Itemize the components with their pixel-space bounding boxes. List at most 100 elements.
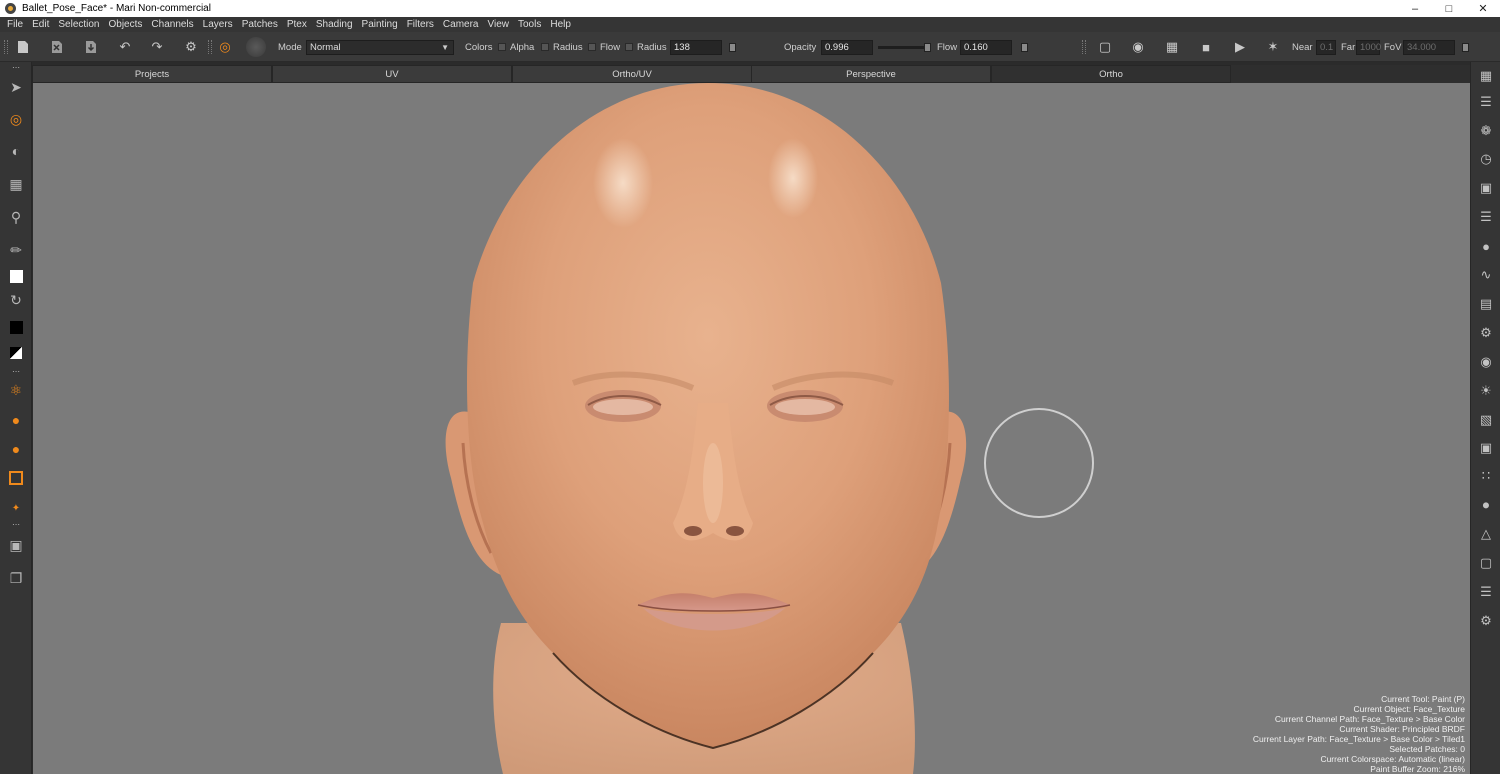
toolbar-grip-icon-3[interactable]: ⋯ bbox=[6, 520, 26, 529]
cameras-icon[interactable]: ⚫ bbox=[1476, 496, 1496, 516]
painting-panel-icon[interactable]: ▣ bbox=[1476, 438, 1496, 458]
lights-bulb-icon[interactable]: ● bbox=[1476, 236, 1496, 256]
tab-perspective[interactable]: Perspective bbox=[751, 65, 991, 83]
cube-view-icon[interactable]: ▢ bbox=[1096, 39, 1114, 55]
menu-file[interactable]: File bbox=[7, 19, 23, 30]
shaders-icon[interactable]: ◉ bbox=[1476, 352, 1496, 372]
snapshot-icon[interactable]: ⚙ bbox=[182, 39, 200, 55]
new-file-icon[interactable] bbox=[14, 39, 32, 55]
layers-menu-icon[interactable]: ☰ bbox=[1476, 92, 1496, 112]
camera-eye-icon[interactable]: ◉ bbox=[1129, 39, 1147, 55]
list-panel-icon[interactable]: ☰ bbox=[1476, 207, 1496, 227]
bake-sphere-icon[interactable]: ● bbox=[6, 439, 26, 459]
maximize-button[interactable]: □ bbox=[1432, 0, 1466, 17]
minimize-button[interactable]: – bbox=[1398, 0, 1432, 17]
swap-colors-icon[interactable]: ↻ bbox=[6, 290, 26, 310]
viewport-canvas[interactable]: Current Tool: Paint (P) Current Object: … bbox=[33, 83, 1470, 774]
paint-brush-icon[interactable]: ◎ bbox=[216, 39, 234, 55]
tool-properties-icon[interactable]: ∷ bbox=[1476, 466, 1496, 486]
toolbar-grip-3[interactable] bbox=[1082, 40, 1086, 54]
menu-camera[interactable]: Camera bbox=[443, 19, 479, 30]
radius-checkbox[interactable] bbox=[541, 43, 549, 51]
toolbar-grip-2[interactable] bbox=[208, 40, 212, 54]
patch-select-icon[interactable] bbox=[6, 468, 26, 488]
menu-ptex[interactable]: Ptex bbox=[287, 19, 307, 30]
history-icon[interactable]: ◷ bbox=[1476, 149, 1496, 169]
undo-icon[interactable]: ↶ bbox=[116, 39, 134, 55]
tab-projects[interactable]: Projects bbox=[32, 65, 272, 83]
snapshots-icon[interactable]: ▧ bbox=[1476, 410, 1496, 430]
stack-icon[interactable]: ☰ bbox=[1476, 582, 1496, 602]
menu-filters[interactable]: Filters bbox=[407, 19, 434, 30]
mari-app-icon bbox=[5, 3, 16, 14]
tab-uv[interactable]: UV bbox=[272, 65, 512, 83]
channels-icon[interactable]: ▤ bbox=[1476, 294, 1496, 314]
menu-shading[interactable]: Shading bbox=[316, 19, 353, 30]
menu-edit[interactable]: Edit bbox=[32, 19, 49, 30]
panel-layout-icon[interactable]: ▦ bbox=[1476, 66, 1496, 86]
menu-objects[interactable]: Objects bbox=[109, 19, 143, 30]
menu-patches[interactable]: Patches bbox=[242, 19, 278, 30]
menu-selection[interactable]: Selection bbox=[58, 19, 99, 30]
radius-slider-handle[interactable] bbox=[729, 42, 736, 52]
paint-through-icon[interactable]: ⚛ bbox=[6, 380, 26, 400]
menu-tools[interactable]: Tools bbox=[518, 19, 541, 30]
redo-icon[interactable]: ↷ bbox=[148, 39, 166, 55]
toolbar-grip-icon[interactable]: ⋯ bbox=[6, 63, 26, 72]
node-graph-icon[interactable]: ∿ bbox=[1476, 265, 1496, 285]
frame-object-icon[interactable]: ❐ bbox=[6, 568, 26, 588]
flow-input[interactable]: 0.160 bbox=[960, 39, 1012, 55]
menu-layers[interactable]: Layers bbox=[203, 19, 233, 30]
isolate-patch-icon[interactable]: ▣ bbox=[6, 535, 26, 555]
fov-slider-handle[interactable] bbox=[1462, 42, 1469, 52]
menu-help[interactable]: Help bbox=[550, 19, 571, 30]
zoom-magnifier-icon[interactable]: ⚲ bbox=[6, 207, 26, 227]
wireframe-toggle-icon[interactable]: ✶ bbox=[1264, 39, 1282, 55]
paint-tool-icon[interactable]: ◎ bbox=[6, 109, 26, 129]
save-icon[interactable] bbox=[82, 39, 100, 55]
layer-settings-icon[interactable]: ⚙ bbox=[1476, 323, 1496, 343]
alpha-checkbox[interactable] bbox=[498, 43, 506, 51]
toolbar-grip[interactable] bbox=[4, 40, 8, 54]
mode-dropdown[interactable]: Normal ▼ bbox=[306, 39, 454, 55]
menu-channels[interactable]: Channels bbox=[151, 19, 193, 30]
close-button[interactable]: ✕ bbox=[1466, 0, 1500, 17]
transform-tool-icon[interactable]: ◐ bbox=[6, 141, 26, 161]
opacity-input[interactable]: 0.996 bbox=[821, 39, 873, 55]
viewer-icon[interactable]: ▢ bbox=[1476, 553, 1496, 573]
tab-ortho[interactable]: Ortho bbox=[991, 65, 1231, 83]
background-color-swatch[interactable] bbox=[6, 317, 26, 337]
shelf-icon[interactable]: ⚙ bbox=[1476, 611, 1496, 631]
projectors-icon[interactable]: △ bbox=[1476, 524, 1496, 544]
texture-grid-icon[interactable]: ▦ bbox=[1163, 39, 1181, 55]
colors-palette-icon[interactable]: ☀ bbox=[1476, 381, 1496, 401]
select-arrow-icon[interactable]: ➤ bbox=[6, 77, 26, 97]
reset-colors-icon[interactable] bbox=[6, 343, 26, 363]
near-input[interactable]: 0.1 bbox=[1316, 39, 1336, 55]
eyedropper-icon[interactable]: ✏ bbox=[6, 240, 26, 260]
project-paint-icon[interactable]: ● bbox=[6, 410, 26, 430]
radius-input[interactable]: 138 bbox=[670, 39, 722, 55]
shading-solid-icon[interactable]: ■ bbox=[1197, 39, 1215, 55]
opacity-slider[interactable] bbox=[878, 45, 928, 49]
radius-pressure-checkbox[interactable] bbox=[625, 43, 633, 51]
left-toolbar: ⋯ ➤ ◎ ◐ ▦ ⚲ ✏ ↻ ⋯ ⚛ ● ● ✦ ⋯ ▣ ❐ bbox=[0, 62, 32, 774]
brush-preview-icon[interactable] bbox=[246, 37, 266, 57]
grid-tool-icon[interactable]: ▦ bbox=[6, 174, 26, 194]
menu-view[interactable]: View bbox=[488, 19, 510, 30]
viewport-hud: Current Tool: Paint (P) Current Object: … bbox=[1253, 694, 1465, 774]
flow-slider-handle[interactable] bbox=[1021, 42, 1028, 52]
close-project-icon[interactable] bbox=[48, 39, 66, 55]
fov-input[interactable]: 34.000 bbox=[1403, 39, 1455, 55]
toolbar-grip-icon-2[interactable]: ⋯ bbox=[6, 367, 26, 376]
brush-palette-icon[interactable]: ❁ bbox=[1476, 121, 1496, 141]
far-input[interactable]: 1000 bbox=[1356, 39, 1381, 55]
flat-shading-icon[interactable]: ▶ bbox=[1231, 39, 1249, 55]
image-manager-icon[interactable]: ▣ bbox=[1476, 178, 1496, 198]
menu-painting[interactable]: Painting bbox=[362, 19, 398, 30]
opacity-slider-handle[interactable] bbox=[924, 42, 931, 52]
tab-ortho-uv[interactable]: Ortho/UV bbox=[512, 65, 752, 83]
vertex-select-icon[interactable]: ✦ bbox=[6, 498, 26, 518]
foreground-color-swatch[interactable] bbox=[6, 266, 26, 286]
flow-checkbox[interactable] bbox=[588, 43, 596, 51]
